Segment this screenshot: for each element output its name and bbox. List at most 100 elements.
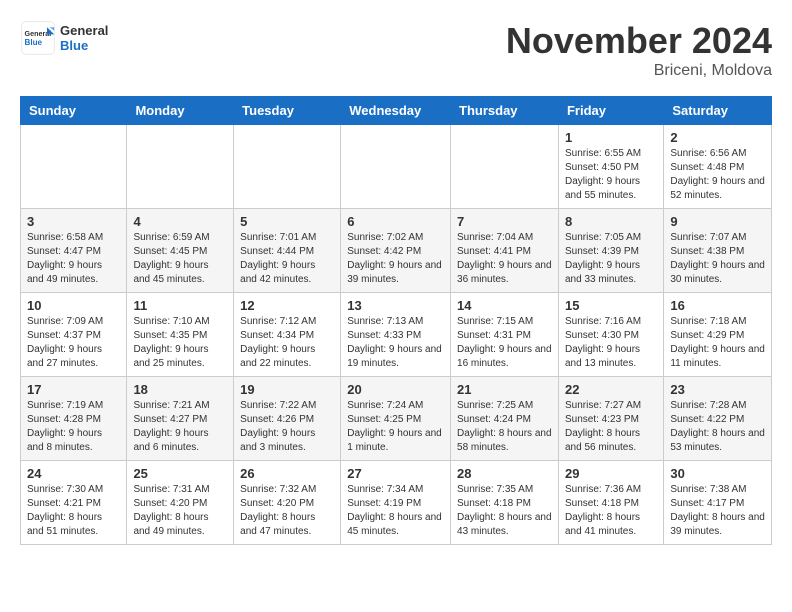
page-header: General Blue General Blue November 2024 …: [20, 20, 772, 80]
day-info: Sunrise: 7:25 AM Sunset: 4:24 PM Dayligh…: [457, 399, 552, 455]
calendar-cell: 22Sunrise: 7:27 AM Sunset: 4:23 PM Dayli…: [558, 377, 663, 461]
day-number: 30: [670, 466, 765, 481]
day-number: 26: [240, 466, 334, 481]
calendar-cell: 11 Sunrise: 7:10 AM Sunset: 4:35 PM Dayli…: [127, 293, 234, 377]
day-number: 13: [347, 298, 444, 313]
day-number: 11: [133, 298, 227, 313]
weekday-header-saturday: Saturday: [664, 97, 772, 125]
week-row-2: 3 Sunrise: 6:58 AM Sunset: 4:47 PM Daylig…: [21, 209, 772, 293]
day-number: 2: [670, 130, 765, 145]
calendar-cell: 2 Sunrise: 6:56 AM Sunset: 4:48 PM Daylig…: [664, 125, 772, 209]
calendar-cell: 30 Sunrise: 7:38 AM Sunset: 4:17 PM Dayli…: [664, 461, 772, 545]
day-info: Sunrise: 7:07 AM Sunset: 4:38 PM Dayligh…: [670, 231, 765, 287]
weekday-header-monday: Monday: [127, 97, 234, 125]
calendar-cell: 20Sunrise: 7:24 AM Sunset: 4:25 PM Dayli…: [341, 377, 451, 461]
calendar-cell: 25 Sunrise: 7:31 AM Sunset: 4:20 PM Dayli…: [127, 461, 234, 545]
day-number: 8: [565, 214, 657, 229]
day-info: Sunrise: 6:58 AM Sunset: 4:47 PM Dayligh…: [27, 231, 120, 287]
weekday-header-friday: Friday: [558, 97, 663, 125]
weekday-header-wednesday: Wednesday: [341, 97, 451, 125]
day-info: Sunrise: 7:05 AM Sunset: 4:39 PM Dayligh…: [565, 231, 657, 287]
calendar-cell: 17 Sunrise: 7:19 AM Sunset: 4:28 PM Dayli…: [21, 377, 127, 461]
week-row-4: 17 Sunrise: 7:19 AM Sunset: 4:28 PM Dayli…: [21, 377, 772, 461]
day-info: Sunrise: 7:38 AM Sunset: 4:17 PM Dayligh…: [670, 483, 765, 539]
day-number: 16: [670, 298, 765, 313]
calendar-cell: 7 Sunrise: 7:04 AM Sunset: 4:41 PM Daylig…: [451, 209, 559, 293]
day-number: 17: [27, 382, 120, 397]
day-number: 23: [670, 382, 765, 397]
calendar-cell: 5 Sunrise: 7:01 AM Sunset: 4:44 PM Daylig…: [234, 209, 341, 293]
day-info: Sunrise: 6:55 AM Sunset: 4:50 PM Dayligh…: [565, 147, 657, 203]
day-info: Sunrise: 7:02 AM Sunset: 4:42 PM Dayligh…: [347, 231, 444, 287]
day-number: 28: [457, 466, 552, 481]
logo-text-blue: Blue: [60, 38, 108, 53]
calendar-cell: 4 Sunrise: 6:59 AM Sunset: 4:45 PM Daylig…: [127, 209, 234, 293]
calendar-cell: [234, 125, 341, 209]
calendar-cell: 27 Sunrise: 7:34 AM Sunset: 4:19 PM Dayli…: [341, 461, 451, 545]
calendar-cell: 29Sunrise: 7:36 AM Sunset: 4:18 PM Dayli…: [558, 461, 663, 545]
calendar-cell: 8 Sunrise: 7:05 AM Sunset: 4:39 PM Daylig…: [558, 209, 663, 293]
day-number: 15: [565, 298, 657, 313]
calendar-cell: 28 Sunrise: 7:35 AM Sunset: 4:18 PM Dayli…: [451, 461, 559, 545]
calendar-cell: 15 Sunrise: 7:16 AM Sunset: 4:30 PM Dayli…: [558, 293, 663, 377]
calendar-cell: 9 Sunrise: 7:07 AM Sunset: 4:38 PM Daylig…: [664, 209, 772, 293]
title-block: November 2024 Briceni, Moldova: [506, 20, 772, 80]
week-row-3: 10Sunrise: 7:09 AM Sunset: 4:37 PM Dayli…: [21, 293, 772, 377]
day-number: 3: [27, 214, 120, 229]
day-number: 25: [133, 466, 227, 481]
logo: General Blue General Blue: [20, 20, 108, 56]
day-number: 27: [347, 466, 444, 481]
calendar-cell: 19 Sunrise: 7:22 AM Sunset: 4:26 PM Dayli…: [234, 377, 341, 461]
day-number: 21: [457, 382, 552, 397]
month-title: November 2024: [506, 20, 772, 62]
day-info: Sunrise: 7:32 AM Sunset: 4:20 PM Dayligh…: [240, 483, 334, 539]
day-info: Sunrise: 6:59 AM Sunset: 4:45 PM Dayligh…: [133, 231, 227, 287]
calendar-cell: 13 Sunrise: 7:13 AM Sunset: 4:33 PM Dayli…: [341, 293, 451, 377]
day-info: Sunrise: 7:12 AM Sunset: 4:34 PM Dayligh…: [240, 315, 334, 371]
day-info: Sunrise: 7:04 AM Sunset: 4:41 PM Dayligh…: [457, 231, 552, 287]
day-info: Sunrise: 7:19 AM Sunset: 4:28 PM Dayligh…: [27, 399, 120, 455]
calendar-table: SundayMondayTuesdayWednesdayThursdayFrid…: [20, 96, 772, 545]
location: Briceni, Moldova: [506, 62, 772, 80]
day-number: 22: [565, 382, 657, 397]
weekday-header-tuesday: Tuesday: [234, 97, 341, 125]
day-info: Sunrise: 7:13 AM Sunset: 4:33 PM Dayligh…: [347, 315, 444, 371]
day-number: 20: [347, 382, 444, 397]
calendar-cell: 1 Sunrise: 6:55 AM Sunset: 4:50 PM Daylig…: [558, 125, 663, 209]
day-info: Sunrise: 7:22 AM Sunset: 4:26 PM Dayligh…: [240, 399, 334, 455]
day-number: 6: [347, 214, 444, 229]
day-info: Sunrise: 7:31 AM Sunset: 4:20 PM Dayligh…: [133, 483, 227, 539]
day-number: 4: [133, 214, 227, 229]
day-info: Sunrise: 7:28 AM Sunset: 4:22 PM Dayligh…: [670, 399, 765, 455]
day-info: Sunrise: 7:18 AM Sunset: 4:29 PM Dayligh…: [670, 315, 765, 371]
day-info: Sunrise: 7:10 AM Sunset: 4:35 PM Dayligh…: [133, 315, 227, 371]
logo-text-general: General: [60, 23, 108, 38]
calendar-cell: 18Sunrise: 7:21 AM Sunset: 4:27 PM Dayli…: [127, 377, 234, 461]
day-number: 18: [133, 382, 227, 397]
day-info: Sunrise: 7:09 AM Sunset: 4:37 PM Dayligh…: [27, 315, 120, 371]
day-info: Sunrise: 7:01 AM Sunset: 4:44 PM Dayligh…: [240, 231, 334, 287]
day-number: 14: [457, 298, 552, 313]
calendar-cell: 24Sunrise: 7:30 AM Sunset: 4:21 PM Dayli…: [21, 461, 127, 545]
day-number: 19: [240, 382, 334, 397]
day-info: Sunrise: 6:56 AM Sunset: 4:48 PM Dayligh…: [670, 147, 765, 203]
day-number: 1: [565, 130, 657, 145]
calendar-cell: 14 Sunrise: 7:15 AM Sunset: 4:31 PM Dayli…: [451, 293, 559, 377]
day-info: Sunrise: 7:34 AM Sunset: 4:19 PM Dayligh…: [347, 483, 444, 539]
week-row-1: 1 Sunrise: 6:55 AM Sunset: 4:50 PM Daylig…: [21, 125, 772, 209]
svg-text:Blue: Blue: [25, 38, 43, 47]
day-info: Sunrise: 7:16 AM Sunset: 4:30 PM Dayligh…: [565, 315, 657, 371]
calendar-cell: 26 Sunrise: 7:32 AM Sunset: 4:20 PM Dayli…: [234, 461, 341, 545]
calendar-cell: 16 Sunrise: 7:18 AM Sunset: 4:29 PM Dayli…: [664, 293, 772, 377]
calendar-cell: 23 Sunrise: 7:28 AM Sunset: 4:22 PM Dayli…: [664, 377, 772, 461]
day-info: Sunrise: 7:35 AM Sunset: 4:18 PM Dayligh…: [457, 483, 552, 539]
day-number: 5: [240, 214, 334, 229]
day-info: Sunrise: 7:30 AM Sunset: 4:21 PM Dayligh…: [27, 483, 120, 539]
day-number: 9: [670, 214, 765, 229]
day-number: 7: [457, 214, 552, 229]
weekday-header-row: SundayMondayTuesdayWednesdayThursdayFrid…: [21, 97, 772, 125]
day-info: Sunrise: 7:15 AM Sunset: 4:31 PM Dayligh…: [457, 315, 552, 371]
calendar-cell: [21, 125, 127, 209]
week-row-5: 24Sunrise: 7:30 AM Sunset: 4:21 PM Dayli…: [21, 461, 772, 545]
day-number: 29: [565, 466, 657, 481]
